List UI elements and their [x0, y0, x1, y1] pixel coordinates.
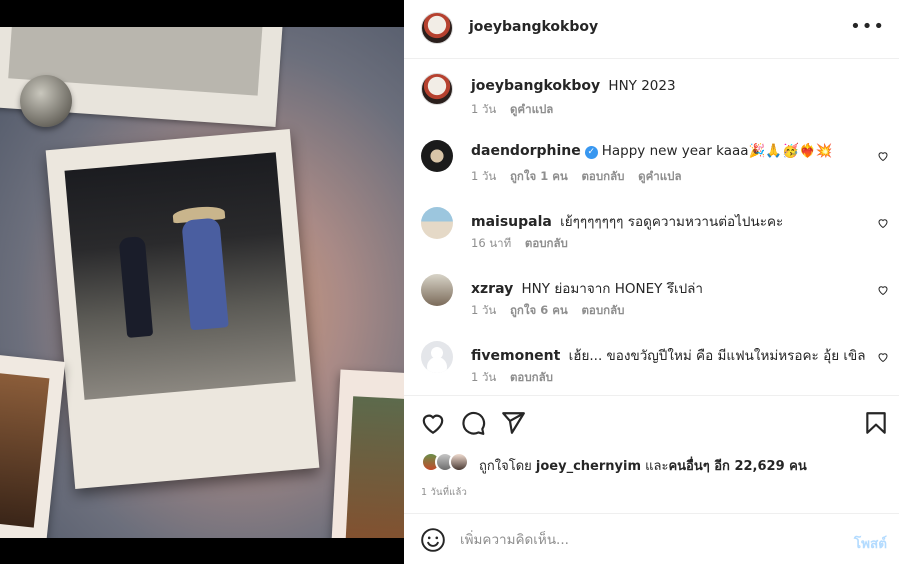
- comment-text: เฮ้ย... ของขวัญปีใหม่ คือ มีแฟนใหม่หรอคะ…: [568, 348, 866, 364]
- comment-time[interactable]: 1 วัน: [471, 303, 496, 317]
- photo-image: [0, 27, 404, 538]
- commenter-avatar[interactable]: [421, 274, 453, 306]
- bookmark-icon[interactable]: [863, 410, 889, 436]
- commenter-username[interactable]: daendorphine: [471, 143, 581, 159]
- share-icon[interactable]: [500, 410, 526, 436]
- commenter-avatar[interactable]: [421, 341, 453, 373]
- liker-username[interactable]: joey_chernyim: [536, 459, 641, 474]
- more-options-icon[interactable]: •••: [850, 16, 885, 37]
- see-translation-link[interactable]: ดูคำแปล: [510, 102, 553, 116]
- likes-text: ถูกใจโดย joey_chernyim และคนอื่นๆ อีก 22…: [479, 455, 807, 476]
- comment-like-heart-icon[interactable]: [877, 284, 889, 296]
- commenter-username[interactable]: maisupala: [471, 214, 552, 230]
- verified-badge-icon: ✓: [584, 146, 598, 159]
- polaroid-bottom-right: [329, 369, 404, 538]
- likes-others-count[interactable]: คนอื่นๆ อีก 22,629 คน: [668, 459, 806, 474]
- comment-likes-count[interactable]: ถูกใจ 6 คน: [510, 303, 568, 317]
- post-panel: joeybangkokboy ••• joeybangkokboy HNY 20…: [404, 0, 899, 564]
- liker-avatar[interactable]: [449, 452, 469, 472]
- comment-text: Happy new year kaaa🎉🙏🥳❤️‍🔥💥: [601, 143, 833, 159]
- fridge-magnet: [20, 75, 72, 127]
- comments-list[interactable]: joeybangkokboy HNY 2023 1 วัน ดูคำแปล da…: [404, 60, 899, 395]
- commenter-username[interactable]: fivemonent: [471, 348, 560, 364]
- likes-summary: ถูกใจโดย joey_chernyim และคนอื่นๆ อีก 22…: [421, 452, 881, 474]
- polaroid-bottom-left: [0, 353, 66, 538]
- comment-time[interactable]: 16 นาที: [471, 236, 511, 250]
- post-actions: ถูกใจโดย joey_chernyim และคนอื่นๆ อีก 22…: [404, 395, 899, 513]
- post-photo[interactable]: [0, 0, 404, 564]
- comment-input[interactable]: [460, 527, 830, 553]
- comment-likes-count[interactable]: ถูกใจ 1 คน: [510, 169, 568, 183]
- comment-like-heart-icon[interactable]: [877, 217, 889, 229]
- comment-time[interactable]: 1 วัน: [471, 370, 496, 384]
- post-comment-button[interactable]: โพสต์: [854, 532, 887, 554]
- likes-prefix: ถูกใจโดย: [479, 459, 532, 474]
- commenter-avatar[interactable]: [421, 140, 453, 172]
- see-translation-link[interactable]: ดูคำแปล: [638, 169, 681, 183]
- caption-avatar[interactable]: [421, 73, 453, 105]
- likes-and: และ: [645, 459, 669, 474]
- author-avatar[interactable]: [421, 12, 453, 44]
- reply-button[interactable]: ตอบกลับ: [525, 236, 568, 250]
- reply-button[interactable]: ตอบกลับ: [581, 303, 624, 317]
- comment-text: HNY ย่อมาจาก HONEY รึเปล่า: [521, 281, 704, 297]
- reply-button[interactable]: ตอบกลับ: [581, 169, 624, 183]
- reply-button[interactable]: ตอบกลับ: [510, 370, 553, 384]
- comment-text: เย้ๆๆๆๆๆๆๆ รอดูความหวานต่อไปนะคะ: [560, 214, 784, 230]
- caption-username[interactable]: joeybangkokboy: [471, 78, 600, 94]
- polaroid-main: [45, 128, 320, 490]
- person-figure-left: [118, 236, 154, 338]
- person-figure-right: [181, 217, 229, 331]
- commenter-username[interactable]: xzray: [471, 281, 513, 297]
- heart-icon[interactable]: [420, 410, 446, 436]
- comment-like-heart-icon[interactable]: [877, 351, 889, 363]
- author-username[interactable]: joeybangkokboy: [469, 19, 598, 35]
- post-time-ago[interactable]: 1 วันที่แล้ว: [421, 485, 467, 500]
- comment-icon[interactable]: [460, 410, 486, 436]
- emoji-icon[interactable]: [420, 527, 446, 553]
- comment-composer: โพสต์: [404, 513, 899, 564]
- commenter-avatar[interactable]: [421, 207, 453, 239]
- post-header: joeybangkokboy •••: [404, 0, 899, 59]
- comment-time[interactable]: 1 วัน: [471, 169, 496, 183]
- caption-text: HNY 2023: [608, 78, 676, 94]
- caption-time[interactable]: 1 วัน: [471, 102, 496, 116]
- comment-like-heart-icon[interactable]: [877, 150, 889, 162]
